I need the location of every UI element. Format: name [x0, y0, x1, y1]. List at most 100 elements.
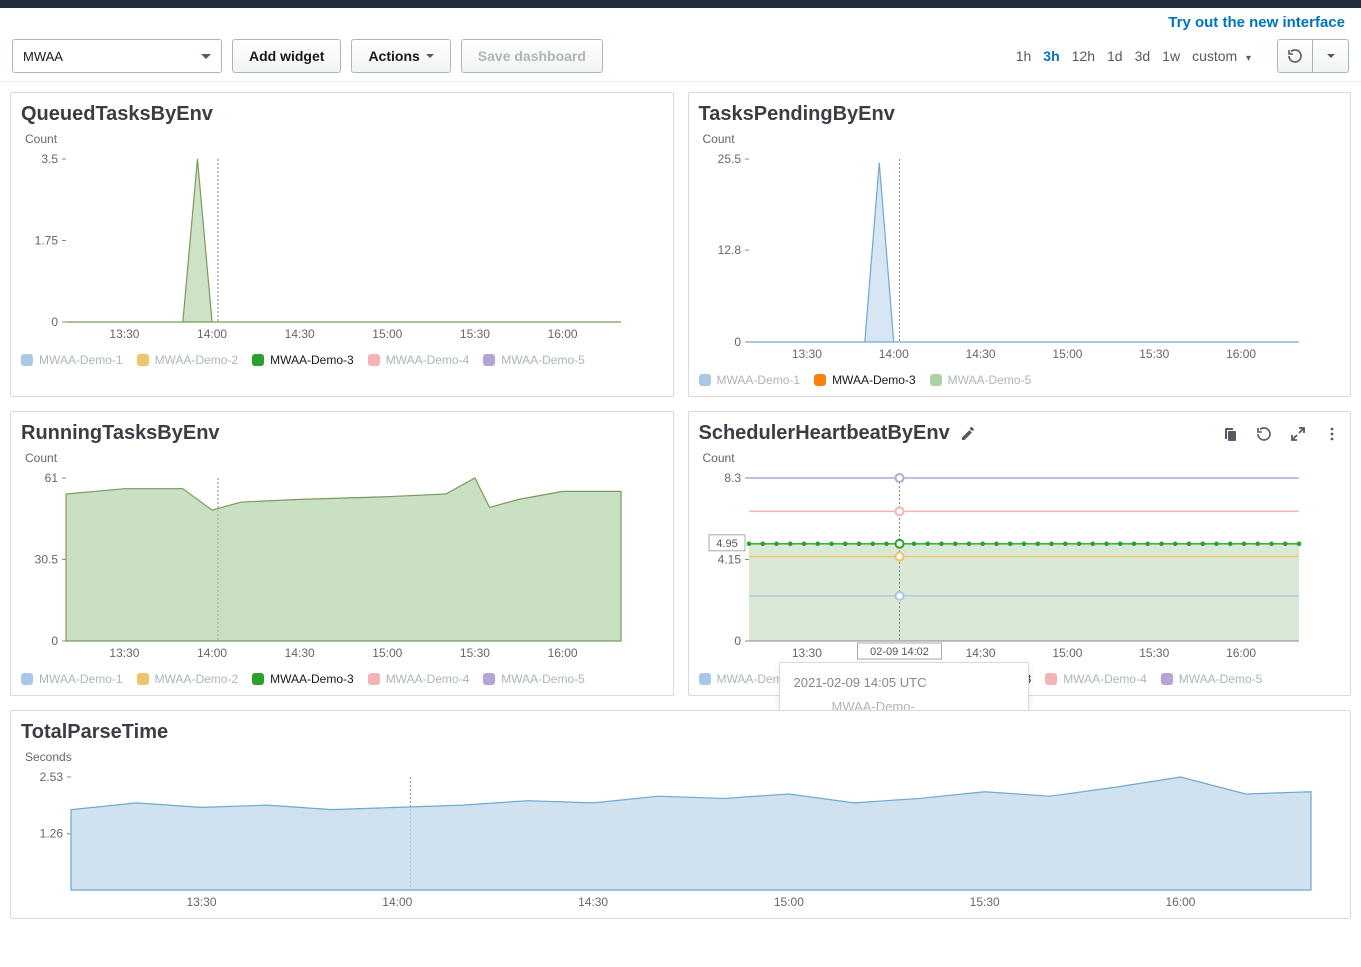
legend-item[interactable]: MWAA-Demo-5 — [483, 350, 585, 370]
chart-parse[interactable]: 1.262.5313:3014:0014:3015:0015:3016:00 — [21, 772, 1340, 912]
legend-label: MWAA-Demo-2 — [832, 669, 916, 689]
caret-down-icon — [1327, 54, 1335, 62]
legend-item[interactable]: MWAA-Demo-4 — [368, 350, 470, 370]
legend-label: MWAA-Demo-2 — [155, 669, 239, 689]
y-axis-label: Count — [25, 451, 663, 465]
legend-label: MWAA-Demo-5 — [1179, 669, 1263, 689]
y-axis-label: Count — [25, 132, 663, 146]
legend-item[interactable]: MWAA-Demo-1 — [21, 669, 123, 689]
legend-item[interactable]: MWAA-Demo-1 — [699, 669, 801, 689]
legend-swatch — [483, 354, 495, 366]
svg-text:15:30: 15:30 — [1139, 347, 1169, 361]
svg-text:15:00: 15:00 — [372, 646, 402, 660]
svg-text:02-09 14:02: 02-09 14:02 — [870, 646, 929, 658]
svg-text:15:30: 15:30 — [970, 895, 1000, 909]
legend-swatch — [930, 374, 942, 386]
legend-item[interactable]: MWAA-Demo-3 — [930, 669, 1032, 689]
legend-item[interactable]: MWAA-Demo-3 — [814, 370, 916, 390]
time-range-custom[interactable]: custom ▾ — [1186, 44, 1263, 68]
refresh-icon — [1287, 48, 1303, 64]
panel-title: TasksPendingByEnv — [699, 103, 1341, 126]
chart-running[interactable]: 030.56113:3014:0014:3015:0015:3016:00 — [21, 473, 663, 663]
more-icon[interactable] — [1324, 426, 1340, 442]
svg-text:14:00: 14:00 — [197, 646, 227, 660]
time-range-12h[interactable]: 12h — [1066, 44, 1101, 68]
try-new-interface-link[interactable]: Try out the new interface — [1168, 14, 1345, 31]
svg-text:0: 0 — [734, 634, 741, 648]
panel-title: QueuedTasksByEnv — [21, 103, 663, 126]
refresh-button[interactable] — [1277, 39, 1313, 73]
edit-icon[interactable] — [960, 426, 976, 442]
time-range-1d[interactable]: 1d — [1101, 44, 1129, 68]
y-axis-label: Count — [703, 132, 1341, 146]
svg-text:14:30: 14:30 — [965, 347, 995, 361]
save-dashboard-button: Save dashboard — [461, 39, 603, 73]
svg-text:0: 0 — [51, 634, 58, 648]
legend-swatch — [930, 673, 942, 685]
legend-item[interactable]: MWAA-Demo-3 — [252, 669, 354, 689]
panel-queued-tasks: QueuedTasksByEnv Count 01.753.513:3014:0… — [10, 92, 674, 397]
svg-text:16:00: 16:00 — [1165, 895, 1195, 909]
time-range-3d[interactable]: 3d — [1129, 44, 1157, 68]
legend-swatch — [1161, 673, 1173, 685]
svg-text:15:30: 15:30 — [1139, 646, 1169, 660]
legend-swatch — [1045, 673, 1057, 685]
legend-swatch — [21, 673, 33, 685]
expand-icon[interactable] — [1290, 426, 1306, 442]
dashboard-select[interactable]: MWAA — [12, 39, 222, 73]
svg-text:14:00: 14:00 — [197, 327, 227, 341]
legend-item[interactable]: MWAA-Demo-4 — [1045, 669, 1147, 689]
svg-text:13:30: 13:30 — [791, 347, 821, 361]
app-topbar — [0, 0, 1361, 8]
svg-text:13:30: 13:30 — [791, 646, 821, 660]
legend-swatch — [137, 354, 149, 366]
panel-tasks-pending: TasksPendingByEnv Count 012.825.513:3014… — [688, 92, 1352, 397]
legend-item[interactable]: MWAA-Demo-2 — [137, 350, 239, 370]
legend-item[interactable]: MWAA-Demo-1 — [699, 370, 801, 390]
legend-label: MWAA-Demo-3 — [270, 350, 354, 370]
svg-text:15:30: 15:30 — [460, 327, 490, 341]
legend-item[interactable]: MWAA-Demo-5 — [1161, 669, 1263, 689]
svg-text:4.15: 4.15 — [717, 553, 741, 567]
legend-item[interactable]: MWAA-Demo-5 — [930, 370, 1032, 390]
legend-swatch — [814, 673, 826, 685]
svg-text:30.5: 30.5 — [35, 553, 59, 567]
y-axis-label: Count — [703, 451, 1341, 465]
time-range-1w[interactable]: 1w — [1156, 44, 1186, 68]
chart-heartbeat[interactable]: 04.158.313:3014:0014:3015:0015:3016:0002… — [699, 473, 1341, 663]
panel-scheduler-heartbeat: SchedulerHeartbeatByEnv Count 04.158.313… — [688, 411, 1352, 696]
svg-text:15:00: 15:00 — [1052, 347, 1082, 361]
svg-text:13:30: 13:30 — [109, 327, 139, 341]
legend-label: MWAA-Demo-3 — [832, 370, 916, 390]
chart-pending[interactable]: 012.825.513:3014:0014:3015:0015:3016:00 — [699, 154, 1341, 364]
legend-item[interactable]: MWAA-Demo-3 — [252, 350, 354, 370]
actions-button[interactable]: Actions — [351, 39, 450, 73]
svg-text:1.26: 1.26 — [40, 827, 64, 841]
legend-item[interactable]: MWAA-Demo-1 — [21, 350, 123, 370]
time-range-group: 1h3h12h1d3d1wcustom ▾ — [1010, 48, 1263, 64]
legend-swatch — [252, 673, 264, 685]
legend-swatch — [814, 374, 826, 386]
refresh-icon[interactable] — [1256, 426, 1272, 442]
add-widget-button[interactable]: Add widget — [232, 39, 341, 73]
legend-label: MWAA-Demo-5 — [501, 350, 585, 370]
dashboard-select-value: MWAA — [23, 49, 63, 64]
legend-label: MWAA-Demo-1 — [39, 350, 123, 370]
legend-item[interactable]: MWAA-Demo-2 — [814, 669, 916, 689]
svg-text:15:00: 15:00 — [372, 327, 402, 341]
legend-item[interactable]: MWAA-Demo-2 — [137, 669, 239, 689]
legend-item[interactable]: MWAA-Demo-5 — [483, 669, 585, 689]
panel-title: RunningTasksByEnv — [21, 422, 663, 445]
legend: MWAA-Demo-1 MWAA-Demo-2 MWAA-Demo-3 MWAA-De… — [699, 669, 1341, 689]
svg-text:15:00: 15:00 — [1052, 646, 1082, 660]
time-range-3h[interactable]: 3h — [1037, 44, 1065, 68]
chart-queued[interactable]: 01.753.513:3014:0014:3015:0015:3016:00 — [21, 154, 663, 344]
copy-icon[interactable] — [1222, 426, 1238, 442]
legend-item[interactable]: MWAA-Demo-4 — [368, 669, 470, 689]
svg-text:15:30: 15:30 — [460, 646, 490, 660]
legend: MWAA-Demo-1 MWAA-Demo-2 MWAA-Demo-3 MWAA-De… — [21, 669, 663, 689]
time-range-1h[interactable]: 1h — [1010, 44, 1038, 68]
legend: MWAA-Demo-1 MWAA-Demo-3 MWAA-Demo-5 — [699, 370, 1341, 390]
refresh-menu-button[interactable] — [1313, 39, 1349, 73]
svg-text:0: 0 — [51, 315, 58, 329]
